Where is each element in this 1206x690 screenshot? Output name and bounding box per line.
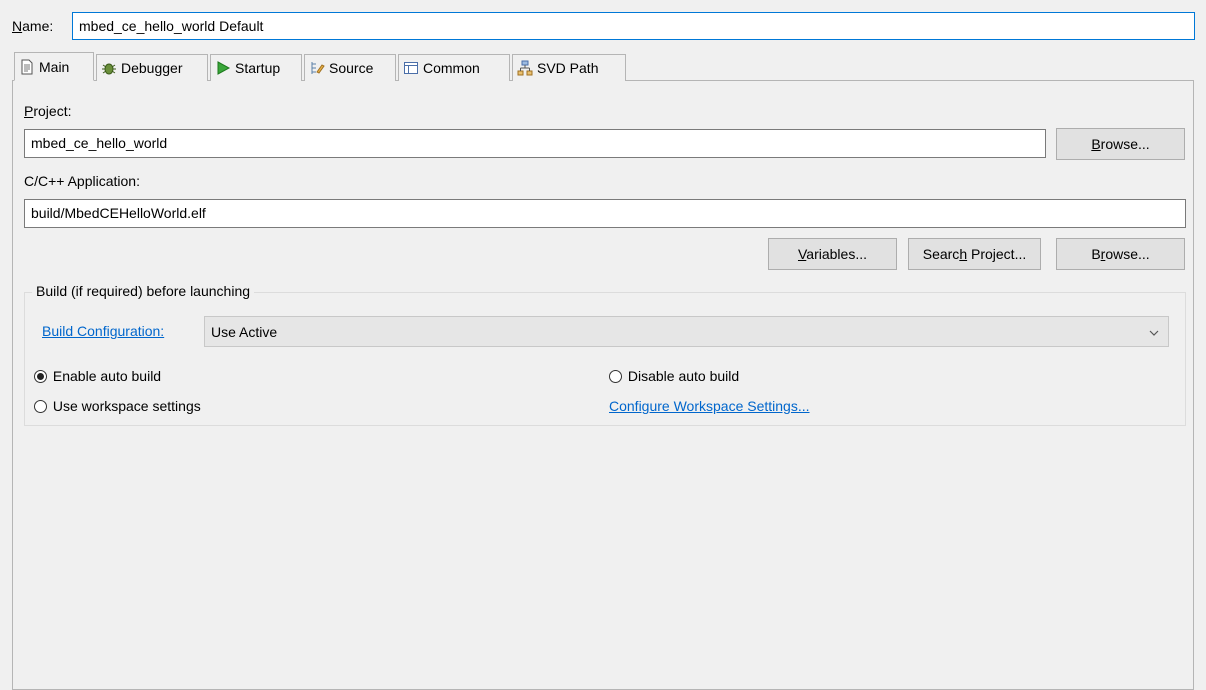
project-field[interactable]: mbed_ce_hello_world xyxy=(24,129,1046,158)
build-configuration-select[interactable]: Use Active xyxy=(204,316,1169,347)
tab-source[interactable]: Source xyxy=(304,54,396,81)
source-icon xyxy=(309,60,325,76)
tab-common[interactable]: Common xyxy=(398,54,510,81)
tab-debugger-label: Debugger xyxy=(121,60,183,76)
tab-source-label: Source xyxy=(329,60,374,76)
radio-unchecked-icon xyxy=(609,369,622,383)
enable-auto-build-label: Enable auto build xyxy=(52,368,162,385)
build-configuration-link[interactable]: Build Configuration: xyxy=(42,323,164,339)
tab-main[interactable]: Main xyxy=(14,52,94,81)
disable-auto-build-radio[interactable]: Disable auto build xyxy=(609,367,739,384)
project-label: Project: xyxy=(24,103,72,119)
tab-svd-path-label: SVD Path xyxy=(537,60,599,76)
play-icon xyxy=(215,60,231,76)
tab-svd-path[interactable]: SVD Path xyxy=(512,54,626,81)
enable-auto-build-radio[interactable]: Enable auto build xyxy=(34,367,161,384)
table-icon xyxy=(403,60,419,76)
build-configuration-value: Use Active xyxy=(211,324,278,340)
configure-workspace-settings-link[interactable]: Configure Workspace Settings... xyxy=(609,398,810,414)
application-browse-button[interactable]: Browse... xyxy=(1056,238,1185,270)
build-group-title: Build (if required) before launching xyxy=(32,283,255,299)
use-workspace-settings-radio[interactable]: Use workspace settings xyxy=(34,397,201,414)
tab-main-label: Main xyxy=(39,58,70,75)
use-workspace-settings-label: Use workspace settings xyxy=(52,398,201,415)
document-icon xyxy=(19,59,35,75)
tree-icon xyxy=(517,60,533,76)
search-project-button[interactable]: Search Project... xyxy=(908,238,1041,270)
application-label: C/C++ Application: xyxy=(24,173,140,189)
name-label: Name: xyxy=(12,18,54,34)
radio-unchecked-icon xyxy=(34,399,47,413)
tab-common-label: Common xyxy=(423,60,480,76)
tab-startup-label: Startup xyxy=(235,60,281,76)
name-field[interactable]: mbed_ce_hello_world Default xyxy=(72,12,1195,40)
application-field[interactable]: build/MbedCEHelloWorld.elf xyxy=(24,199,1186,228)
disable-auto-build-label: Disable auto build xyxy=(627,368,740,385)
tab-debugger[interactable]: Debugger xyxy=(96,54,208,81)
project-field-value: mbed_ce_hello_world xyxy=(31,135,168,151)
variables-button[interactable]: Variables... xyxy=(768,238,897,270)
radio-checked-icon xyxy=(34,369,47,383)
application-field-value: build/MbedCEHelloWorld.elf xyxy=(31,205,206,221)
chevron-down-icon xyxy=(1148,326,1160,342)
bug-icon xyxy=(101,60,117,76)
tab-startup[interactable]: Startup xyxy=(210,54,302,81)
name-field-value: mbed_ce_hello_world Default xyxy=(79,18,264,34)
project-browse-button[interactable]: Browse... xyxy=(1056,128,1185,160)
